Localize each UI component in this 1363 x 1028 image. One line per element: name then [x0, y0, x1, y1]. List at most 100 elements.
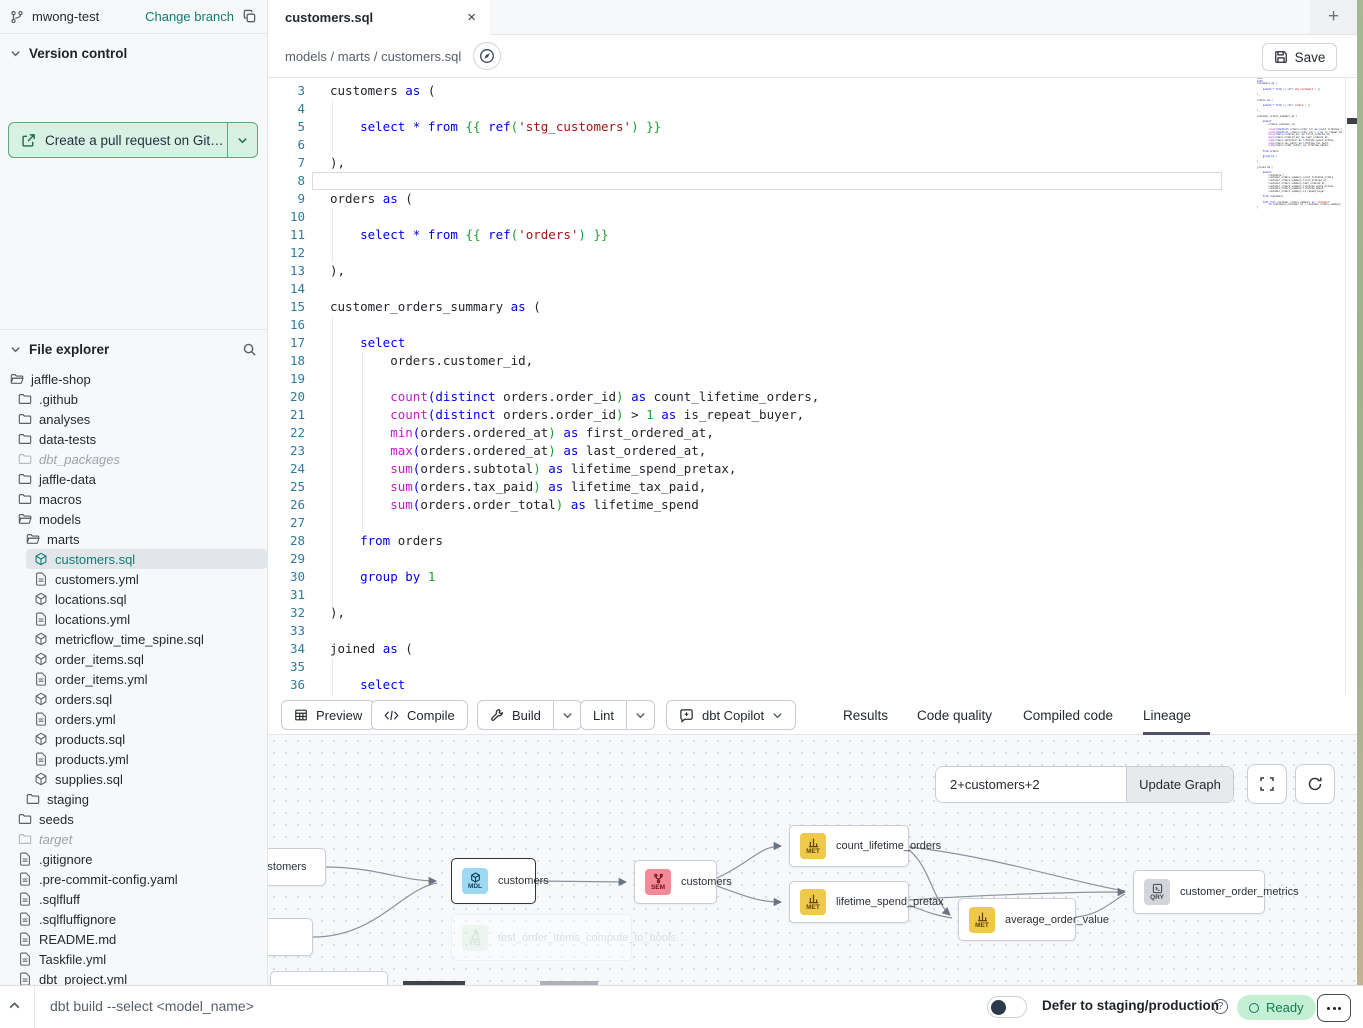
status-bar: dbt build --select <model_name> Defer to… — [0, 985, 1363, 1028]
lineage-node-customer-order-metrics[interactable]: QRYcustomer_order_metrics — [1133, 870, 1265, 914]
file-staging[interactable]: staging — [0, 789, 267, 809]
more-options-button[interactable] — [1317, 994, 1351, 1022]
compass-icon[interactable] — [473, 42, 501, 70]
file-icon — [34, 712, 48, 726]
tab-lineage[interactable]: Lineage — [1143, 695, 1191, 735]
update-graph-button[interactable]: Update Graph — [1126, 767, 1233, 802]
fullscreen-button[interactable] — [1247, 764, 1287, 804]
refresh-button[interactable] — [1295, 764, 1335, 804]
preview-button[interactable]: Preview — [281, 700, 375, 730]
file-icon — [18, 932, 32, 946]
file-explorer-title: File explorer — [29, 342, 109, 357]
mdl-badge: MDL — [462, 868, 488, 894]
lineage-node-average-order-value[interactable]: METaverage_order_value — [958, 898, 1076, 941]
tab-code-quality[interactable]: Code quality — [917, 695, 992, 735]
file-seeds[interactable]: seeds — [0, 809, 267, 829]
file-order-items-yml[interactable]: order_items.yml — [0, 669, 267, 689]
version-control-section: Version control Create a pull request on… — [0, 34, 267, 330]
file-target[interactable]: target — [0, 829, 267, 849]
status-badge: Ready — [1237, 995, 1316, 1020]
build-dropdown[interactable] — [553, 701, 581, 729]
file-analyses[interactable]: analyses — [0, 409, 267, 429]
file-order-items-sql[interactable]: order_items.sql — [0, 649, 267, 669]
code-editor[interactable]: 2with3customers as (45 select * from {{ … — [268, 78, 1345, 695]
status-dot-icon — [1249, 1003, 1259, 1013]
model-cube-icon — [34, 652, 48, 666]
file-dbt-packages[interactable]: dbt_packages — [0, 449, 267, 469]
file-locations-yml[interactable]: locations.yml — [0, 609, 267, 629]
close-icon[interactable]: × — [467, 9, 476, 26]
file-jaffle-shop[interactable]: jaffle-shop — [0, 369, 267, 389]
copilot-icon — [679, 708, 694, 723]
file-orders-yml[interactable]: orders.yml — [0, 709, 267, 729]
defer-label: Defer to staging/production — [1042, 998, 1219, 1013]
tst-badge: TST — [462, 925, 488, 951]
file-taskfile-yml[interactable]: Taskfile.yml — [0, 949, 267, 969]
file-marts[interactable]: marts — [0, 529, 267, 549]
collapse-panel-icon[interactable] — [8, 999, 21, 1017]
file--sqlfluffignore[interactable]: .sqlfluffignore — [0, 909, 267, 929]
code-icon — [384, 709, 399, 722]
file-data-tests[interactable]: data-tests — [0, 429, 267, 449]
file-macros[interactable]: macros — [0, 489, 267, 509]
file-locations-sql[interactable]: locations.sql — [0, 589, 267, 609]
new-tab-button[interactable]: + — [1310, 0, 1357, 35]
lineage-node-orders[interactable]: MDLorders — [268, 918, 313, 956]
chevron-down-icon[interactable] — [10, 344, 21, 355]
tab-compiled-code[interactable]: Compiled code — [1023, 695, 1113, 735]
lineage-node-customers[interactable]: SEMcustomers — [634, 860, 717, 904]
lineage-panel[interactable]: MDLstg_customers MDLorders MDLcustomers TST… — [268, 735, 1357, 985]
build-button[interactable]: Build — [477, 700, 582, 730]
file-models[interactable]: models — [0, 509, 267, 529]
branch-name: mwong-test — [32, 9, 99, 24]
file--github[interactable]: .github — [0, 389, 267, 409]
file-supplies-sql[interactable]: supplies.sql — [0, 769, 267, 789]
file-products-sql[interactable]: products.sql — [0, 729, 267, 749]
file-jaffle-data[interactable]: jaffle-data — [0, 469, 267, 489]
tab-results[interactable]: Results — [843, 695, 888, 735]
file-products-yml[interactable]: products.yml — [0, 749, 267, 769]
file-icon — [34, 752, 48, 766]
lineage-node-stg-customers[interactable]: MDLstg_customers — [268, 848, 326, 886]
chevron-down-icon[interactable] — [10, 48, 21, 59]
lint-button[interactable]: Lint — [580, 700, 655, 730]
file-orders-sql[interactable]: orders.sql — [0, 689, 267, 709]
file-dbt-project-yml[interactable]: dbt_project.yml — [0, 969, 267, 985]
folder-icon — [18, 832, 32, 846]
file-customers-sql[interactable]: customers.sql — [26, 549, 267, 569]
minimap[interactable]: withwithcustomers as ( select * from {{ … — [1232, 78, 1342, 210]
model-cube-icon — [34, 632, 48, 646]
defer-toggle[interactable] — [987, 996, 1027, 1018]
copy-icon[interactable] — [242, 9, 257, 24]
tab-customers-sql[interactable]: customers.sql × — [268, 0, 490, 35]
file-metricflow-time-spine-sql[interactable]: metricflow_time_spine.sql — [0, 629, 267, 649]
file--gitignore[interactable]: .gitignore — [0, 849, 267, 869]
file-customers-yml[interactable]: customers.yml — [0, 569, 267, 589]
file--pre-commit-config-yaml[interactable]: .pre-commit-config.yaml — [0, 869, 267, 889]
file-icon — [34, 612, 48, 626]
change-branch-link[interactable]: Change branch — [145, 9, 234, 24]
file-icon — [18, 952, 32, 966]
lineage-node-customers[interactable]: MDLcustomers — [451, 858, 536, 904]
command-input[interactable]: dbt build --select <model_name> — [50, 998, 254, 1014]
met-badge: MET — [800, 833, 826, 859]
selector-input[interactable] — [936, 767, 1126, 802]
help-icon[interactable]: ? — [1213, 999, 1228, 1014]
dbt-copilot-button[interactable]: dbt Copilot — [666, 700, 796, 730]
create-pr-dropdown[interactable] — [227, 123, 257, 157]
editor-scrollbar[interactable] — [1345, 78, 1357, 695]
lineage-node-test-order-items-compute-to-bools-[interactable]: TSTtest_order_items_compute_to_bools… — [451, 914, 632, 961]
lineage-node-count-lifetime-orders[interactable]: METcount_lifetime_orders — [789, 825, 909, 867]
file--sqlfluff[interactable]: .sqlfluff — [0, 889, 267, 909]
create-pr-button[interactable]: Create a pull request on Git… — [8, 122, 258, 158]
save-button[interactable]: Save — [1262, 43, 1337, 71]
scrollbar-thumb[interactable] — [1347, 118, 1357, 124]
compile-button[interactable]: Compile — [371, 700, 468, 730]
lint-label: Lint — [593, 708, 614, 723]
file-readme-md[interactable]: README.md — [0, 929, 267, 949]
search-icon[interactable] — [242, 342, 257, 357]
wrench-icon — [490, 708, 504, 722]
lineage-node-partial[interactable] — [270, 971, 388, 985]
lineage-node-lifetime-spend-pretax[interactable]: METlifetime_spend_pretax — [789, 881, 909, 923]
lint-dropdown[interactable] — [626, 701, 654, 729]
